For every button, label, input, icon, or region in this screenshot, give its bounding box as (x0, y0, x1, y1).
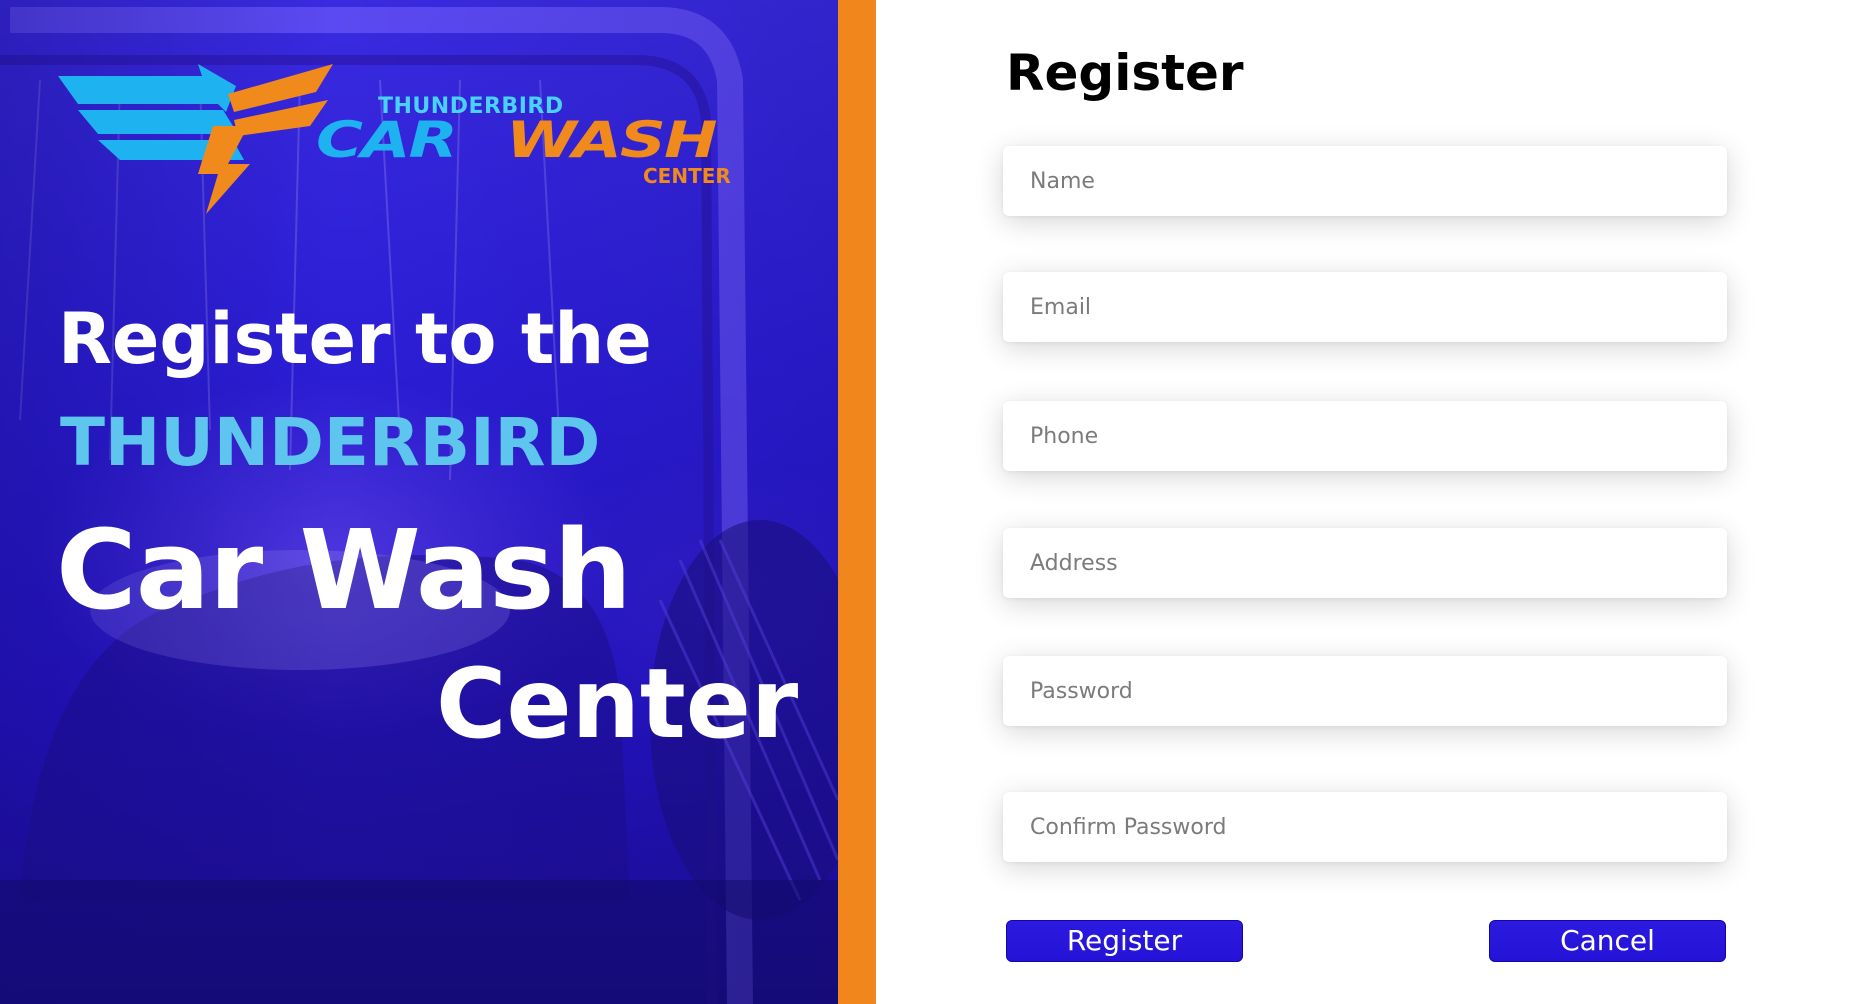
form-title: Register (1006, 44, 1244, 102)
name-input[interactable] (1003, 146, 1727, 216)
cancel-button[interactable]: Cancel (1489, 920, 1726, 962)
headline-car-wash: Car Wash (56, 506, 632, 634)
hero-panel: THUNDERBIRD CAR WASH CENTER Register to … (0, 0, 838, 1004)
thunderbird-logo: THUNDERBIRD CAR WASH CENTER (58, 64, 748, 214)
register-button[interactable]: Register (1006, 920, 1243, 962)
orange-divider (838, 0, 876, 1004)
email-input[interactable] (1003, 272, 1727, 342)
phone-input[interactable] (1003, 401, 1727, 471)
headline-register-to-the: Register to the (58, 298, 652, 380)
confirm-password-input[interactable] (1003, 792, 1727, 862)
password-input[interactable] (1003, 656, 1727, 726)
logo-wash-text: WASH (506, 112, 717, 170)
logo-center-text: CENTER (643, 164, 731, 188)
address-input[interactable] (1003, 528, 1727, 598)
headline-center: Center (436, 648, 799, 760)
logo-car-text: CAR (316, 112, 458, 170)
headline-thunderbird: THUNDERBIRD (60, 404, 601, 481)
